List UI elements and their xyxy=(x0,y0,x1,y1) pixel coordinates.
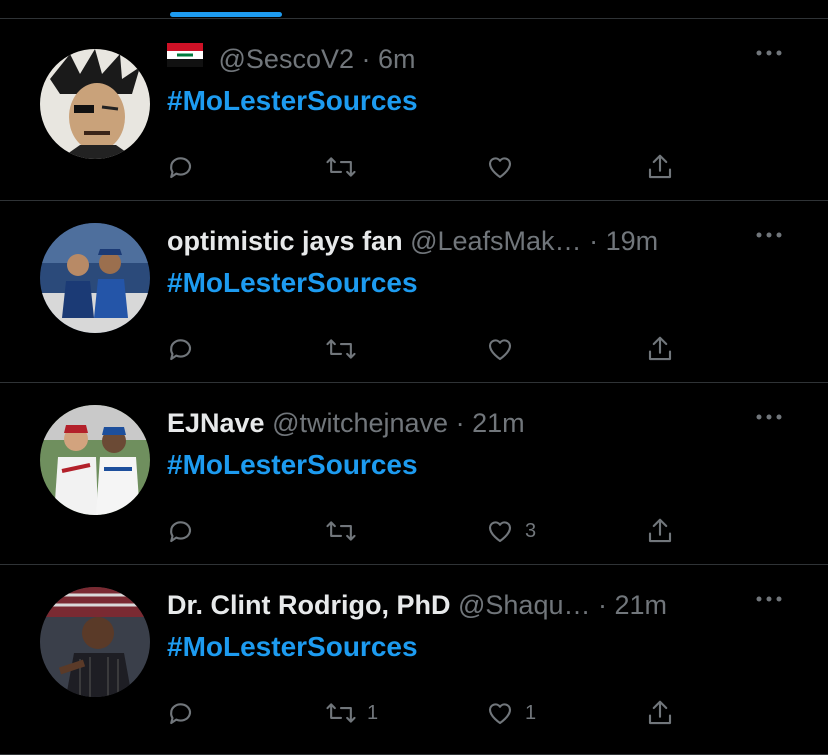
like-count: 3 xyxy=(525,519,537,542)
separator: · xyxy=(455,408,473,438)
reply-icon xyxy=(170,703,192,725)
reply-button[interactable] xyxy=(165,511,195,551)
hashtag-link[interactable]: #MoLesterSources xyxy=(167,83,418,119)
hashtag-link[interactable]: #MoLesterSources xyxy=(167,265,418,301)
tweet-header: Dr. Clint Rodrigo, PhD @Shaqu… · 21m xyxy=(167,587,718,623)
more-options-button[interactable] xyxy=(754,43,784,63)
timestamp[interactable]: 19m xyxy=(606,226,659,256)
heart-icon xyxy=(488,703,512,725)
avatar[interactable] xyxy=(40,405,150,515)
tweet-header: @SescoV2 · 6m xyxy=(167,41,718,77)
user-handle[interactable]: @LeafsMak… xyxy=(410,226,581,256)
heart-icon xyxy=(488,521,512,543)
display-name[interactable]: Dr. Clint Rodrigo, PhD xyxy=(167,590,458,620)
timestamp[interactable]: 21m xyxy=(472,408,525,438)
timestamp[interactable]: 21m xyxy=(615,590,668,620)
avatar[interactable] xyxy=(40,49,150,159)
tweet[interactable]: @SescoV2 · 6m #MoLesterSources xyxy=(0,19,828,201)
tweet-actions: 1 1 xyxy=(165,693,685,733)
reply-icon xyxy=(170,521,192,543)
share-icon xyxy=(648,700,672,725)
separator: · xyxy=(598,590,615,620)
like-button[interactable]: 1 xyxy=(485,693,536,733)
more-options-button[interactable] xyxy=(754,407,784,427)
share-button[interactable] xyxy=(645,329,675,369)
avatar[interactable] xyxy=(40,587,150,697)
like-button[interactable]: 3 xyxy=(485,511,536,551)
retweet-button[interactable]: 1 xyxy=(325,693,378,733)
share-button[interactable] xyxy=(645,511,675,551)
share-button[interactable] xyxy=(645,147,675,187)
separator: · xyxy=(361,44,379,74)
reply-button[interactable] xyxy=(165,693,195,733)
retweet-button[interactable] xyxy=(325,511,367,551)
tweet[interactable]: EJNave @twitchejnave · 21m #MoLesterSour… xyxy=(0,383,828,565)
display-name[interactable]: optimistic jays fan xyxy=(167,226,410,256)
retweet-icon xyxy=(326,157,356,177)
tweet-actions xyxy=(165,329,685,369)
retweet-count: 1 xyxy=(367,701,379,724)
active-tab-indicator xyxy=(170,12,282,17)
retweet-button[interactable] xyxy=(325,147,367,187)
share-icon xyxy=(648,336,672,361)
separator: · xyxy=(589,226,606,256)
more-options-button[interactable] xyxy=(754,225,784,245)
like-count: 1 xyxy=(525,701,537,724)
reply-button[interactable] xyxy=(165,147,195,187)
heart-icon xyxy=(488,157,512,179)
like-button[interactable] xyxy=(485,147,525,187)
share-icon xyxy=(648,154,672,179)
heart-icon xyxy=(488,339,512,361)
reply-button[interactable] xyxy=(165,329,195,369)
tweet-header: EJNave @twitchejnave · 21m xyxy=(167,405,718,441)
retweet-icon xyxy=(326,339,356,359)
reply-icon xyxy=(170,339,192,361)
reply-icon xyxy=(170,157,192,179)
tweet[interactable]: optimistic jays fan @LeafsMak… · 19m #Mo… xyxy=(0,201,828,383)
hashtag-link[interactable]: #MoLesterSources xyxy=(167,629,418,665)
tweet[interactable]: Dr. Clint Rodrigo, PhD @Shaqu… · 21m #Mo… xyxy=(0,565,828,755)
more-options-button[interactable] xyxy=(754,589,784,609)
tweet-actions: 3 xyxy=(165,511,685,551)
timestamp[interactable]: 6m xyxy=(378,44,416,74)
retweet-button[interactable] xyxy=(325,329,367,369)
share-icon xyxy=(648,518,672,543)
tweet-actions xyxy=(165,147,685,187)
retweet-icon xyxy=(326,521,356,541)
share-button[interactable] xyxy=(645,693,675,733)
user-handle[interactable]: @Shaqu… xyxy=(458,590,590,620)
like-button[interactable] xyxy=(485,329,525,369)
display-name[interactable]: EJNave xyxy=(167,408,272,438)
retweet-icon xyxy=(326,703,356,723)
user-handle[interactable]: @twitchejnave xyxy=(272,408,448,438)
avatar[interactable] xyxy=(40,223,150,333)
tweet-header: optimistic jays fan @LeafsMak… · 19m xyxy=(167,223,718,259)
iraq-flag-icon xyxy=(167,41,203,76)
hashtag-link[interactable]: #MoLesterSources xyxy=(167,447,418,483)
user-handle[interactable]: @SescoV2 xyxy=(219,44,354,74)
